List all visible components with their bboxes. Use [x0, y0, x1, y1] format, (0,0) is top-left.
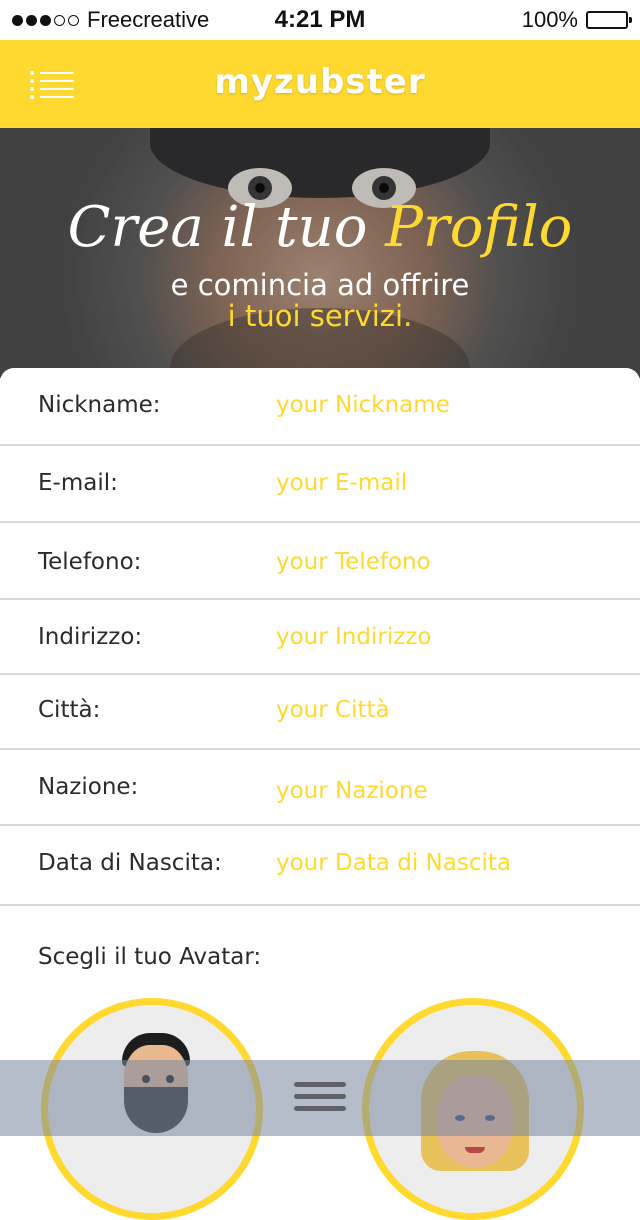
hero-title-yellow: Profilo [385, 195, 573, 260]
nickname-input[interactable] [276, 390, 616, 420]
email-label: E-mail: [38, 470, 118, 496]
country-input[interactable] [276, 776, 616, 806]
phone-input[interactable] [276, 547, 616, 577]
country-row: Nazione: [0, 750, 640, 826]
address-label: Indirizzo: [38, 624, 143, 650]
country-label: Nazione: [38, 774, 139, 800]
battery-indicator: 100% [521, 7, 632, 33]
battery-percent: 100% [521, 7, 578, 32]
city-input[interactable] [276, 695, 616, 725]
hero-subtitle-highlight: i tuoi servizi. [227, 299, 413, 333]
bottom-drawer[interactable] [0, 1060, 640, 1136]
birthdate-label: Data di Nascita: [38, 850, 222, 876]
profile-form: Nickname: E-mail: Telefono: Indirizzo: C… [0, 368, 640, 1220]
status-bar: Freecreative 4:21 PM 100% [0, 0, 640, 40]
birthdate-input[interactable] [276, 848, 616, 878]
hero-title: Crea il tuo Profilo [0, 190, 640, 266]
address-input[interactable] [276, 622, 616, 652]
email-input[interactable] [276, 468, 616, 498]
hero-title-white: Crea il tuo [67, 195, 386, 260]
hero-banner: Crea il tuo Profilo e comincia ad offrir… [0, 128, 640, 378]
address-row: Indirizzo: [0, 600, 640, 675]
nickname-label: Nickname: [38, 392, 161, 418]
app-title: myzubster [214, 62, 426, 102]
email-row: E-mail: [0, 446, 640, 523]
drag-handle-icon[interactable] [294, 1082, 346, 1118]
city-label: Città: [38, 697, 101, 723]
nickname-row: Nickname: [0, 368, 640, 446]
battery-icon [586, 11, 632, 29]
birthdate-row: Data di Nascita: [0, 826, 640, 906]
city-row: Città: [0, 675, 640, 750]
phone-row: Telefono: [0, 523, 640, 600]
avatar-section-label: Scegli il tuo Avatar: [38, 944, 262, 970]
phone-label: Telefono: [38, 549, 142, 575]
hero-subtitle: e comincia ad offrire [170, 268, 470, 302]
nav-bar: myzubster [0, 40, 640, 128]
